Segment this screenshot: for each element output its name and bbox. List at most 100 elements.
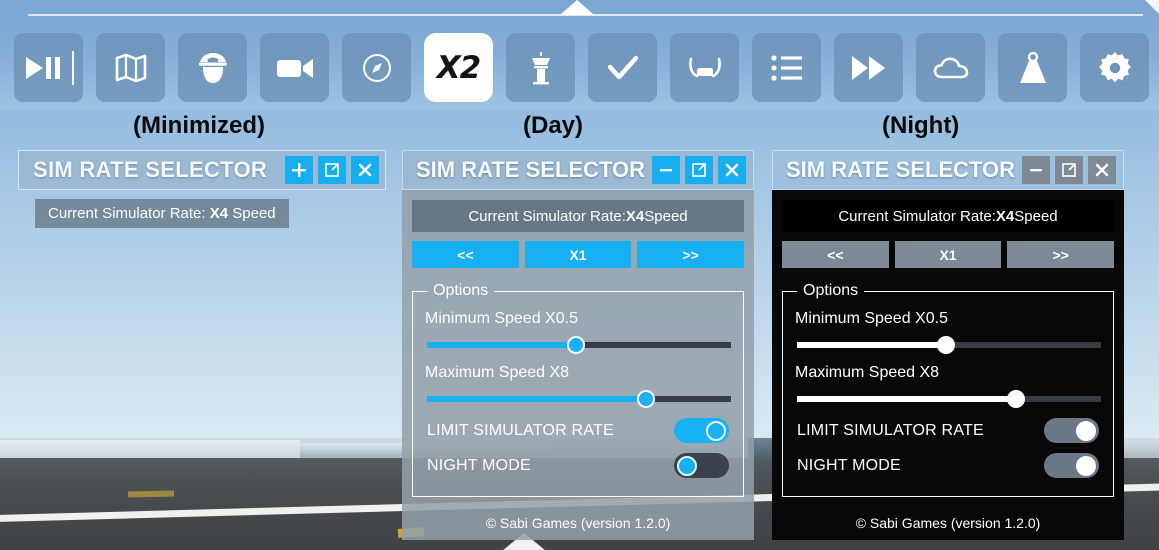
rate-suffix: Speed xyxy=(228,205,276,222)
rate-value: X4 xyxy=(995,207,1015,225)
camera-icon[interactable] xyxy=(260,33,329,102)
toolbar-divider xyxy=(71,50,74,85)
rate-value: X4 xyxy=(625,207,645,225)
limit-simulator-rate-label: LIMIT SIMULATOR RATE xyxy=(427,421,614,439)
current-rate-readout: Current Simulator Rate: X4 Speed xyxy=(782,200,1114,232)
popout-button[interactable] xyxy=(318,156,346,184)
toggle-knob xyxy=(1076,420,1096,441)
caption-night: (Night) xyxy=(882,112,960,139)
weight-icon[interactable] xyxy=(998,33,1067,102)
rate-prefix: Current Simulator Rate: xyxy=(48,205,210,222)
toggle-knob xyxy=(677,455,697,476)
close-button[interactable] xyxy=(1088,156,1116,184)
limit-simulator-rate-row: LIMIT SIMULATOR RATE xyxy=(797,418,1099,443)
toolbar-handle-triangle-icon[interactable] xyxy=(560,0,594,15)
control-tower-icon[interactable] xyxy=(506,33,575,102)
night-footer-credit: © Sabi Games (version 1.2.0) xyxy=(772,503,1124,540)
rate-increase-button[interactable]: >> xyxy=(637,241,745,268)
panel-title: SIM RATE SELECTOR xyxy=(33,157,268,182)
toggle-knob xyxy=(706,420,726,441)
rate-button-row: << X1 >> xyxy=(412,241,745,268)
panel-night: SIM RATE SELECTOR Current Simulator Rate… xyxy=(772,150,1124,540)
popout-button[interactable] xyxy=(1055,156,1083,184)
panel-title: SIM RATE SELECTOR xyxy=(416,157,645,182)
options-group: Options Minimum Speed X0.5 Maximum Speed… xyxy=(412,282,744,497)
slider-knob[interactable] xyxy=(936,336,955,354)
map-icon[interactable] xyxy=(96,33,165,102)
sim-rate-x2-label: X2 xyxy=(436,49,481,86)
min-speed-label: Minimum Speed X0.5 xyxy=(795,310,948,327)
rate-suffix: Speed xyxy=(644,207,688,225)
limit-simulator-rate-toggle[interactable] xyxy=(674,418,729,443)
caption-minimized: (Minimized) xyxy=(133,112,265,139)
night-panel-body: Current Simulator Rate: X4 Speed << X1 >… xyxy=(772,190,1124,503)
minimize-button[interactable] xyxy=(652,156,680,184)
options-group: Options Minimum Speed X0.5 Maximum Speed… xyxy=(782,282,1114,497)
day-panel-body: Current Simulator Rate: X4 Speed << X1 >… xyxy=(402,190,754,503)
max-speed-label: Maximum Speed X8 xyxy=(795,364,940,381)
night-mode-label: NIGHT MODE xyxy=(427,456,531,474)
seatbelt-icon[interactable] xyxy=(670,33,739,102)
minimize-button[interactable] xyxy=(1022,156,1050,184)
slider-knob[interactable] xyxy=(1006,390,1025,408)
min-speed-slider[interactable] xyxy=(797,336,1101,354)
expand-plus-button[interactable] xyxy=(285,156,313,184)
list-icon[interactable] xyxy=(752,33,821,102)
day-footer-credit: © Sabi Games (version 1.2.0) xyxy=(402,503,754,540)
close-button[interactable] xyxy=(718,156,746,184)
cloud-icon[interactable] xyxy=(916,33,985,102)
current-rate-readout: Current Simulator Rate: X4 Speed xyxy=(412,200,744,232)
max-speed-label: Maximum Speed X8 xyxy=(425,364,570,381)
panel-minimized: SIM RATE SELECTOR Current Simulator Rate… xyxy=(18,150,386,228)
max-speed-slider[interactable] xyxy=(797,390,1101,408)
compass-icon[interactable] xyxy=(342,33,411,102)
rate-button-row: << X1 >> xyxy=(782,241,1115,268)
pilot-icon[interactable] xyxy=(178,33,247,102)
play-pause-icon[interactable] xyxy=(14,33,83,102)
rate-increase-button[interactable]: >> xyxy=(1007,241,1115,268)
caption-day: (Day) xyxy=(523,112,584,139)
rate-value: X4 xyxy=(209,205,229,222)
night-mode-toggle[interactable] xyxy=(1044,453,1099,478)
gear-icon[interactable] xyxy=(1080,33,1149,102)
rate-prefix: Current Simulator Rate: xyxy=(838,207,996,225)
night-mode-toggle[interactable] xyxy=(674,453,729,478)
limit-simulator-rate-label: LIMIT SIMULATOR RATE xyxy=(797,421,984,439)
min-speed-slider[interactable] xyxy=(427,336,731,354)
night-mode-row: NIGHT MODE xyxy=(797,453,1099,478)
min-speed-label: Minimum Speed X0.5 xyxy=(425,310,578,327)
rate-reset-button[interactable]: X1 xyxy=(524,241,632,268)
limit-simulator-rate-toggle[interactable] xyxy=(1044,418,1099,443)
night-mode-row: NIGHT MODE xyxy=(427,453,729,478)
options-legend: Options xyxy=(803,282,859,299)
night-mode-label: NIGHT MODE xyxy=(797,456,901,474)
checkmark-icon[interactable] xyxy=(588,33,657,102)
rate-reset-button[interactable]: X1 xyxy=(894,241,1002,268)
rate-suffix: Speed xyxy=(1014,207,1058,225)
current-rate-readout: Current Simulator Rate: X4 Speed xyxy=(35,199,289,228)
simulator-toolbar-bar: X2 xyxy=(0,0,1159,110)
slider-fill xyxy=(797,396,1016,402)
panel-day: SIM RATE SELECTOR Current Simulator Rate… xyxy=(402,150,754,540)
slider-fill xyxy=(797,342,946,348)
corner-triangle-icon xyxy=(1145,0,1159,14)
minimized-titlebar[interactable]: SIM RATE SELECTOR xyxy=(18,150,386,190)
fast-forward-icon[interactable] xyxy=(834,33,903,102)
rate-prefix: Current Simulator Rate: xyxy=(468,207,626,225)
close-button[interactable] xyxy=(351,156,379,184)
panel-title: SIM RATE SELECTOR xyxy=(786,157,1015,182)
sim-rate-x2-icon[interactable]: X2 xyxy=(424,33,493,102)
slider-knob[interactable] xyxy=(566,336,585,354)
slider-fill xyxy=(427,342,576,348)
caption-row: (Minimized) (Day) (Night) xyxy=(0,112,1159,142)
rate-decrease-button[interactable]: << xyxy=(412,241,519,268)
toggle-knob xyxy=(1076,455,1096,476)
night-titlebar[interactable]: SIM RATE SELECTOR xyxy=(772,150,1124,190)
slider-knob[interactable] xyxy=(636,390,655,408)
rate-decrease-button[interactable]: << xyxy=(782,241,889,268)
taxiway-marking xyxy=(127,490,175,498)
max-speed-slider[interactable] xyxy=(427,390,731,408)
day-titlebar[interactable]: SIM RATE SELECTOR xyxy=(402,150,754,190)
options-legend: Options xyxy=(433,282,489,299)
popout-button[interactable] xyxy=(685,156,713,184)
